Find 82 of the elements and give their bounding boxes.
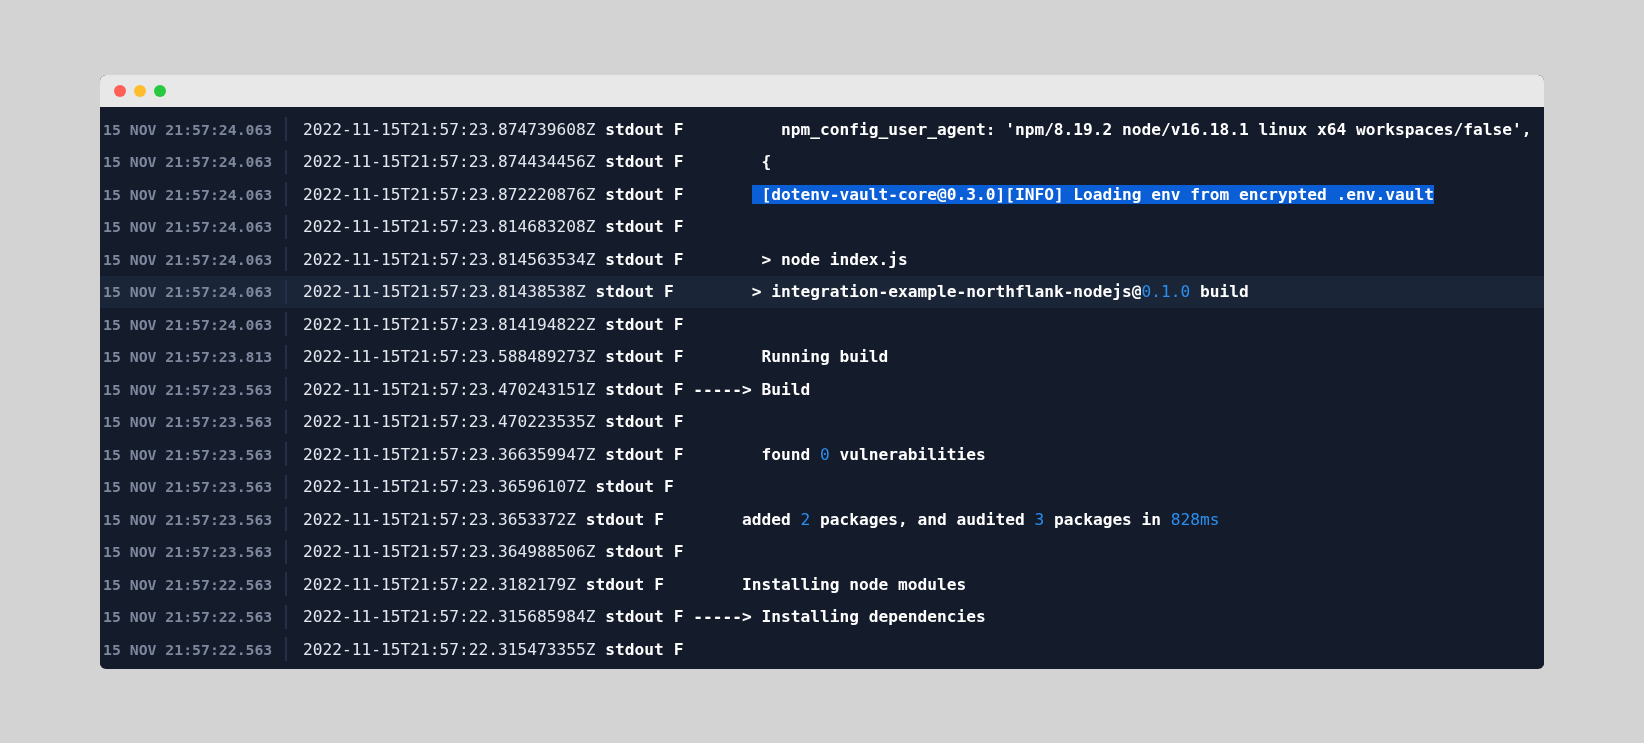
stream-label: stdout <box>605 217 664 237</box>
minimize-button[interactable] <box>134 85 146 97</box>
log-code: F <box>673 542 684 562</box>
log-timestamp: 2022-11-15T21:57:23.470243151Z <box>303 379 596 399</box>
log-timestamp: 2022-11-15T21:57:22.315473355Z <box>303 639 596 659</box>
log-code: F <box>654 574 664 594</box>
log-code: F <box>673 444 684 464</box>
stream-label: stdout <box>605 639 664 659</box>
highlighted-log-row[interactable]: 15 NOV 21:57:24.063 2022-11-15T21:57:23.81438538Z stdout F > integration-example-northflank-nodejs@0.1.0 build <box>100 275 1544 308</box>
stream-label: stdout <box>605 152 664 172</box>
stream-label: stdout <box>585 574 645 594</box>
log-message: Running build <box>760 347 889 367</box>
stream-label: stdout <box>605 249 664 269</box>
log-code: F <box>673 347 684 367</box>
log-date: 15 NOV 21:57:22.563 <box>102 575 274 593</box>
log-message: -----> Build <box>693 379 811 399</box>
log-message: -----> Installing dependencies <box>693 607 986 627</box>
stream-label: stdout <box>605 347 664 367</box>
stream-label: stdout <box>605 412 664 432</box>
log-message: Installing node modules <box>741 574 967 594</box>
log-date: 15 NOV 21:57:24.063 <box>102 153 274 171</box>
log-date: 15 NOV 21:57:23.563 <box>102 543 274 561</box>
log-date: 15 NOV 21:57:23.563 <box>102 413 274 431</box>
log-timestamp: 2022-11-15T21:57:23.874434456Z <box>303 152 596 172</box>
log-code: F <box>673 217 684 237</box>
log-timestamp: 2022-11-15T21:57:23.364988506Z <box>303 542 596 562</box>
stream-label: stdout <box>605 184 664 204</box>
stream-label: stdout <box>605 119 664 139</box>
log-date: 15 NOV 21:57:22.563 <box>102 608 274 626</box>
log-code: F <box>673 607 684 627</box>
log-code: F <box>673 249 684 269</box>
log-timestamp: 2022-11-15T21:57:22.3182179Z <box>303 574 576 594</box>
stream-label: stdout <box>605 379 664 399</box>
log-timestamp: 2022-11-15T21:57:23.872220876Z <box>303 184 596 204</box>
log-code: F <box>673 314 684 334</box>
log-code: F <box>673 412 684 432</box>
log-timestamp: 2022-11-15T21:57:22.315685984Z <box>303 607 596 627</box>
log-date: 15 NOV 21:57:23.563 <box>102 510 274 528</box>
log-date: 15 NOV 21:57:23.563 <box>102 445 274 463</box>
log-timestamp: 2022-11-15T21:57:23.588489273Z <box>303 347 596 367</box>
log-date: 15 NOV 21:57:23.563 <box>102 478 274 496</box>
log-message: > integration-example-northflank-nodejs@0.1.0 build <box>750 282 1249 302</box>
log-date: 15 NOV 21:57:23.563 <box>102 380 274 398</box>
log-code: F <box>673 639 684 659</box>
stream-label: stdout <box>595 477 654 497</box>
log-message: added 2 packages, and audited 3 packages in 828ms <box>741 509 1220 529</box>
log-date: 15 NOV 21:57:23.813 <box>102 348 274 366</box>
log-date: 15 NOV 21:57:24.063 <box>102 120 274 138</box>
log-timestamp: 2022-11-15T21:57:23.814194822Z <box>303 314 596 334</box>
log-date: 15 NOV 21:57:24.063 <box>102 185 274 203</box>
log-code: F <box>673 119 684 139</box>
log-code: F <box>673 152 684 172</box>
zoom-button[interactable] <box>154 85 166 97</box>
log-message: npm_config_user_agent: 'npm/8.19.2 node/v16.18.1 linux x64 workspaces/false', <box>780 119 1532 139</box>
log-timestamp: 2022-11-15T21:57:23.874739608Z <box>303 119 596 139</box>
log-timestamp: 2022-11-15T21:57:23.814563534Z <box>303 249 596 269</box>
log-timestamp: 2022-11-15T21:57:23.470223535Z <box>303 412 596 432</box>
close-button[interactable] <box>114 85 126 97</box>
log-timestamp: 2022-11-15T21:57:23.36596107Z <box>303 477 586 497</box>
stream-label: stdout <box>605 607 664 627</box>
log-timestamp: 2022-11-15T21:57:23.366359947Z <box>303 444 596 464</box>
stream-label: stdout <box>605 444 664 464</box>
log-code: F <box>663 282 674 302</box>
log-timestamp: 2022-11-15T21:57:23.81438538Z <box>303 282 586 302</box>
stream-label: stdout <box>605 314 664 334</box>
log-code: F <box>673 379 684 399</box>
log-date: 15 NOV 21:57:24.063 <box>102 283 274 301</box>
log-code: F <box>654 509 664 529</box>
stream-label: stdout <box>595 282 654 302</box>
log-message: > node index.js <box>760 249 908 269</box>
log-message: { <box>760 152 772 172</box>
log-timestamp: 2022-11-15T21:57:23.3653372Z <box>303 509 576 529</box>
log-date: 15 NOV 21:57:22.563 <box>102 640 274 658</box>
stream-label: stdout <box>605 542 664 562</box>
log-date: 15 NOV 21:57:24.063 <box>102 315 274 333</box>
log-code: F <box>663 477 674 497</box>
log-code: F <box>673 184 684 204</box>
log-date: 15 NOV 21:57:24.063 <box>102 250 274 268</box>
log-message: found 0 vulnerabilities <box>760 444 986 464</box>
log-timestamp: 2022-11-15T21:57:23.814683208Z <box>303 217 596 237</box>
log-date: 15 NOV 21:57:24.063 <box>102 218 274 236</box>
stream-label: stdout <box>585 509 645 529</box>
